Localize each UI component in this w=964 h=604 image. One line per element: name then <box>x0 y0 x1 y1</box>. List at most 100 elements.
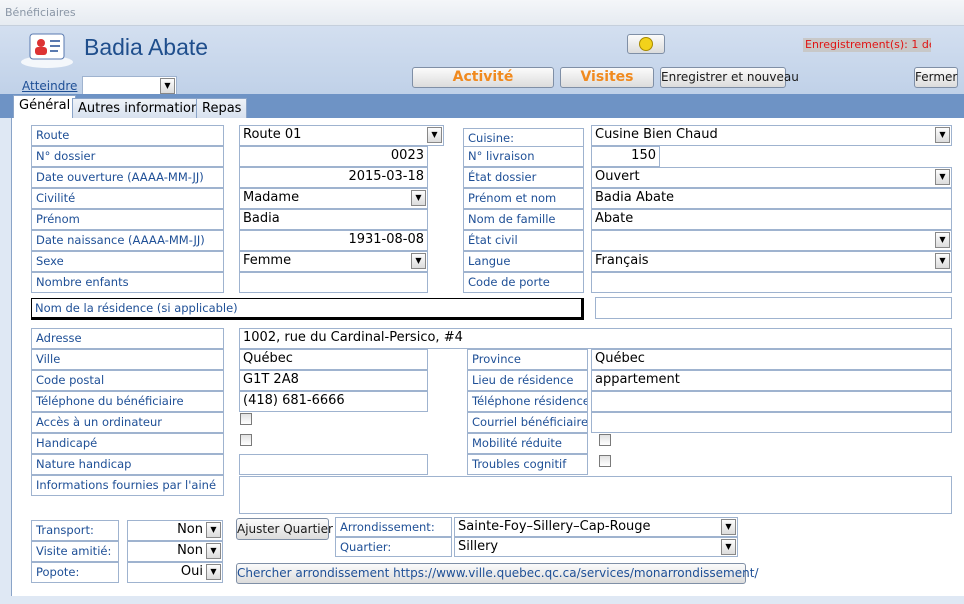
nature-handicap-field[interactable] <box>239 454 428 475</box>
tab-repas[interactable]: Repas <box>196 98 248 119</box>
residence-field[interactable]: Nom de la résidence (si applicable) <box>31 298 584 320</box>
prenom-nom-label: Prénom et nom <box>463 188 584 209</box>
smiley-icon <box>639 37 653 51</box>
dropdown-arrow-icon[interactable]: ▼ <box>721 539 736 555</box>
nature-handicap-label: Nature handicap <box>31 454 224 475</box>
transport-label: Transport: <box>31 520 119 541</box>
dropdown-arrow-icon[interactable]: ▼ <box>427 127 442 143</box>
residence-extra-field[interactable] <box>595 297 952 319</box>
dropdown-arrow-icon[interactable]: ▼ <box>935 127 950 143</box>
tab-general[interactable]: Général <box>13 95 77 119</box>
dropdown-arrow-icon[interactable]: ▼ <box>935 232 950 248</box>
informations-label: Informations fournies par l'ainé <box>31 475 224 496</box>
dossier-field[interactable]: 0023 <box>239 146 428 167</box>
naissance-field[interactable]: 1931-08-08 <box>239 230 428 251</box>
livraison-field[interactable]: 150 <box>591 146 660 167</box>
dropdown-arrow-icon[interactable]: ▼ <box>721 519 736 535</box>
enfants-field[interactable] <box>239 272 428 293</box>
dossier-label: N° dossier <box>31 146 224 167</box>
prenom-field[interactable]: Badia <box>239 209 428 230</box>
chercher-arrondissement-button[interactable]: Chercher arrondissement https://www.vill… <box>236 563 758 584</box>
code-porte-label: Code de porte <box>463 272 584 293</box>
transport-combo[interactable]: Non ▼ <box>127 520 223 541</box>
prenom-nom-field[interactable]: Badia Abate <box>591 188 952 209</box>
atteindre-label: Atteindre <box>22 79 78 93</box>
code-porte-field[interactable] <box>591 272 952 293</box>
ajuster-quartier-button[interactable]: Ajuster Quartier <box>236 518 333 540</box>
record-counter: Enregistrement(s): 1 de 67 <box>803 38 931 52</box>
popote-label: Popote: <box>31 562 119 583</box>
visite-label: Visite amitié: <box>31 541 119 562</box>
code-postal-label: Code postal <box>31 370 224 391</box>
ordinateur-checkbox[interactable] <box>240 413 252 425</box>
dropdown-arrow-icon[interactable]: ▼ <box>206 564 221 580</box>
handicape-label: Handicapé <box>31 433 224 454</box>
civilite-label: Civilité <box>31 188 224 209</box>
save-new-button[interactable]: Enregistrer et nouveau <box>660 67 799 88</box>
sexe-combo[interactable]: Femme ▼ <box>239 251 428 272</box>
mobilite-label: Mobilité réduite <box>467 433 588 454</box>
dropdown-arrow-icon[interactable]: ▼ <box>935 169 950 185</box>
nom-famille-label: Nom de famille <box>463 209 584 230</box>
courriel-field[interactable] <box>591 412 952 433</box>
activite-button[interactable]: Activité <box>412 67 554 88</box>
civilite-combo[interactable]: Madame ▼ <box>239 188 428 209</box>
langue-label: Langue <box>463 251 584 272</box>
arrondissement-label: Arrondissement: <box>335 517 452 537</box>
lieu-residence-label: Lieu de résidence <box>467 370 588 391</box>
ville-label: Ville <box>31 349 224 370</box>
adresse-label: Adresse <box>31 328 224 349</box>
dropdown-arrow-icon[interactable]: ▼ <box>160 78 175 94</box>
tel-residence-label: Téléphone résidence <box>467 391 588 412</box>
adresse-field[interactable]: 1002, rue du Cardinal-Persico, #4 <box>239 328 952 349</box>
dropdown-arrow-icon[interactable]: ▼ <box>935 253 950 269</box>
dropdown-arrow-icon[interactable]: ▼ <box>206 543 221 559</box>
route-label: Route <box>31 125 224 146</box>
mobilite-checkbox[interactable] <box>599 434 611 446</box>
province-label: Province <box>467 349 588 370</box>
bottom-border <box>0 596 964 604</box>
informations-field[interactable] <box>239 476 952 514</box>
etat-civil-label: État civil <box>463 230 584 251</box>
arrondissement-combo[interactable]: Sainte-Foy–Sillery–Cap-Rouge ▼ <box>454 517 738 537</box>
atteindre-combo[interactable]: ▼ <box>82 76 177 95</box>
ville-field[interactable]: Québec <box>239 349 428 370</box>
ouverture-label: Date ouverture (AAAA-MM-JJ) <box>31 167 224 188</box>
dropdown-arrow-icon[interactable]: ▼ <box>411 190 426 206</box>
window-titlebar: Bénéficiaires <box>0 0 964 26</box>
etat-dossier-label: État dossier <box>463 167 584 188</box>
langue-combo[interactable]: Français ▼ <box>591 251 952 272</box>
naissance-label: Date naissance (AAAA-MM-JJ) <box>31 230 224 251</box>
tab-autres-informations[interactable]: Autres informations <box>72 98 212 119</box>
tel-residence-field[interactable] <box>591 391 952 412</box>
etat-civil-combo[interactable]: ▼ <box>591 230 952 251</box>
cuisine-combo[interactable]: Cusine Bien Chaud ▼ <box>591 125 952 146</box>
visite-combo[interactable]: Non ▼ <box>127 541 223 562</box>
ouverture-field[interactable]: 2015-03-18 <box>239 167 428 188</box>
popote-combo[interactable]: Oui ▼ <box>127 562 223 583</box>
troubles-checkbox[interactable] <box>599 455 611 467</box>
route-combo[interactable]: Route 01 ▼ <box>239 125 444 146</box>
lieu-residence-field[interactable]: appartement <box>591 370 952 391</box>
nom-famille-field[interactable]: Abate <box>591 209 952 230</box>
handicape-checkbox[interactable] <box>240 434 252 446</box>
telephone-field[interactable]: (418) 681-6666 <box>239 391 428 412</box>
province-field[interactable]: Québec <box>591 349 952 370</box>
troubles-label: Troubles cognitif <box>467 454 588 475</box>
code-postal-field[interactable]: G1T 2A8 <box>239 370 428 391</box>
close-button[interactable]: Fermer <box>914 67 958 88</box>
livraison-label: N° livraison <box>463 146 584 167</box>
smiley-button[interactable] <box>627 34 665 54</box>
dropdown-arrow-icon[interactable]: ▼ <box>411 253 426 269</box>
visites-button[interactable]: Visites <box>560 67 654 88</box>
quartier-label: Quartier: <box>335 537 452 557</box>
quartier-combo[interactable]: Sillery ▼ <box>454 537 738 557</box>
header: Badia Abate Enregistrement(s): 1 de 67 A… <box>0 26 964 95</box>
courriel-label: Courriel bénéficiaire <box>467 412 588 433</box>
prenom-label: Prénom <box>31 209 224 230</box>
window-title: Bénéficiaires <box>5 6 76 19</box>
etat-dossier-combo[interactable]: Ouvert ▼ <box>591 167 952 188</box>
beneficiary-name-title: Badia Abate <box>84 34 209 60</box>
sexe-label: Sexe <box>31 251 224 272</box>
dropdown-arrow-icon[interactable]: ▼ <box>206 522 221 538</box>
